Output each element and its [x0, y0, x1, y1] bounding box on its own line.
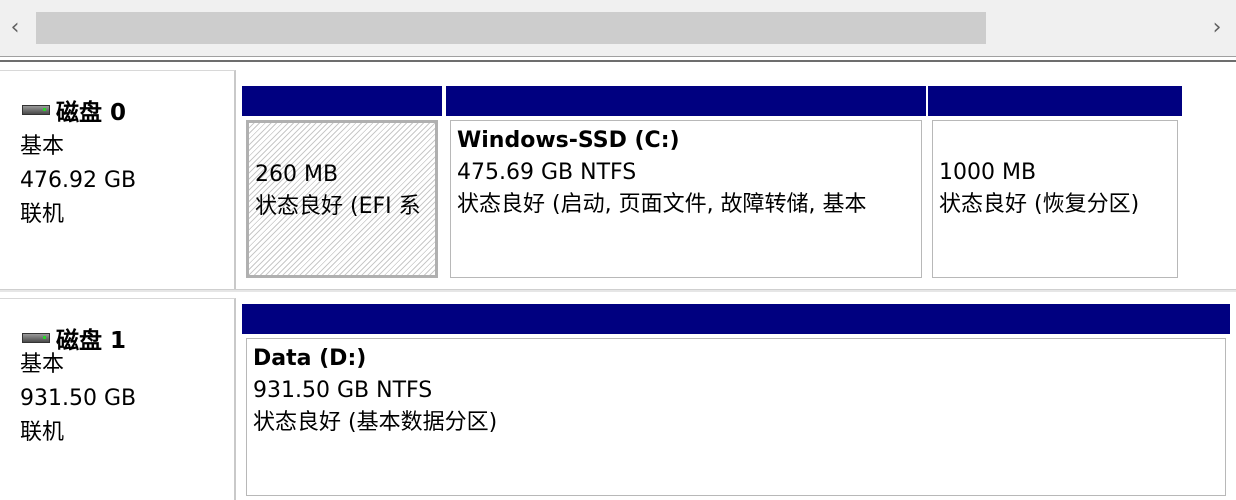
disk-name: 磁盘 1 — [56, 328, 127, 354]
pane-splitter[interactable] — [0, 56, 1236, 62]
partition-body[interactable]: 260 MB 状态良好 (EFI 系 — [246, 120, 438, 278]
partition-body[interactable]: 1000 MB 状态良好 (恢复分区) — [932, 120, 1178, 278]
partition-name — [255, 127, 431, 159]
partition-body[interactable]: Windows-SSD (C:) 475.69 GB NTFS 状态良好 (启动… — [450, 120, 922, 278]
disk-status: 联机 — [20, 420, 65, 445]
disk-management-graphical-view: ‹ › 磁盘 0 基本 476.92 GB 联机 260 MB 状态良好 (EF… — [0, 0, 1236, 500]
disk-size: 931.50 GB — [20, 386, 137, 411]
partition-header-bar — [242, 86, 442, 116]
disk-size: 476.92 GB — [20, 168, 137, 193]
disk-info-0[interactable]: 磁盘 0 基本 476.92 GB 联机 — [0, 70, 236, 290]
partition-size: 931.50 GB NTFS — [253, 378, 433, 403]
disk-type: 基本 — [20, 352, 65, 377]
partition-header-bar — [446, 86, 926, 116]
scroll-track[interactable] — [30, 10, 1200, 46]
partition-header-bar — [928, 86, 1182, 116]
partition-status: 状态良好 (基本数据分区) — [253, 410, 498, 435]
disk-name: 磁盘 0 — [56, 100, 127, 126]
partition-body[interactable]: Data (D:) 931.50 GB NTFS 状态良好 (基本数据分区) — [246, 338, 1226, 496]
partition-size: 475.69 GB NTFS — [457, 160, 637, 185]
partition-name: Data (D:) — [253, 346, 367, 371]
partition-name — [939, 125, 1173, 157]
disk-row-0: 磁盘 0 基本 476.92 GB 联机 260 MB 状态良好 (EFI 系 — [0, 64, 1236, 290]
partition-c[interactable]: Windows-SSD (C:) 475.69 GB NTFS 状态良好 (启动… — [446, 86, 926, 282]
partition-text: Data (D:) 931.50 GB NTFS 状态良好 (基本数据分区) — [253, 343, 1221, 491]
partition-status: 状态良好 (启动, 页面文件, 故障转储, 基本 — [457, 192, 867, 217]
partition-size: 260 MB — [255, 162, 339, 187]
scroll-left-arrow-icon[interactable]: ‹ — [0, 10, 30, 46]
horizontal-scrollbar[interactable]: ‹ › — [0, 0, 1236, 56]
partition-efi[interactable]: 260 MB 状态良好 (EFI 系 — [242, 86, 442, 282]
partition-header-bar — [242, 304, 1230, 334]
partition-text: 260 MB 状态良好 (EFI 系 — [255, 127, 431, 271]
scroll-thumb[interactable] — [36, 12, 986, 44]
disk-status: 联机 — [20, 202, 65, 227]
partition-name: Windows-SSD (C:) — [457, 128, 680, 153]
disk-title-0: 磁盘 0 — [22, 93, 126, 127]
partition-text: 1000 MB 状态良好 (恢复分区) — [939, 125, 1173, 273]
partition-status: 状态良好 (恢复分区) — [939, 192, 1140, 217]
scroll-right-arrow-icon[interactable]: › — [1202, 10, 1232, 46]
partition-status: 状态良好 (EFI 系 — [255, 194, 421, 219]
partition-recovery[interactable]: 1000 MB 状态良好 (恢复分区) — [928, 86, 1182, 282]
partition-size: 1000 MB — [939, 160, 1037, 185]
partition-text: Windows-SSD (C:) 475.69 GB NTFS 状态良好 (启动… — [457, 125, 917, 273]
hard-disk-icon — [22, 333, 50, 343]
partition-d[interactable]: Data (D:) 931.50 GB NTFS 状态良好 (基本数据分区) — [242, 304, 1230, 500]
disk-type: 基本 — [20, 134, 65, 159]
hard-disk-icon — [22, 105, 50, 115]
disk-info-1[interactable]: 磁盘 1 基本 931.50 GB 联机 — [0, 298, 236, 500]
disk-row-1: 磁盘 1 基本 931.50 GB 联机 Data (D:) 931.50 GB… — [0, 292, 1236, 500]
